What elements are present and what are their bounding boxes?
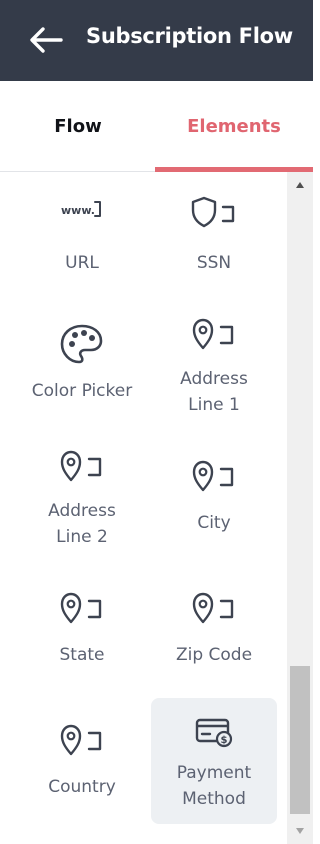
location-pin-icon [184, 454, 244, 498]
location-pin-icon [52, 586, 112, 630]
svg-text:$: $ [221, 735, 228, 746]
element-tile-address-line-2[interactable]: Address Line 2 [19, 444, 145, 556]
element-tile-address-line-1[interactable]: Address Line 1 [151, 312, 277, 424]
element-tile-state[interactable]: State [19, 586, 145, 676]
back-button[interactable] [28, 22, 64, 58]
element-tile-zip-code[interactable]: Zip Code [151, 586, 277, 676]
element-label: State [59, 645, 105, 665]
app-header: Subscription Flow [0, 0, 313, 81]
element-label: Zip Code [175, 645, 253, 665]
element-tile-color-picker[interactable]: Color Picker [19, 322, 145, 412]
element-tile-ssn[interactable]: SSN [151, 190, 277, 280]
element-label: Address Line 1 [180, 369, 248, 415]
location-pin-icon [184, 586, 244, 630]
location-pin-icon [52, 718, 112, 762]
element-tile-country[interactable]: Country [19, 718, 145, 808]
element-label: Color Picker [31, 381, 133, 401]
element-label: Address Line 2 [48, 501, 116, 547]
svg-text:www.: www. [61, 204, 95, 217]
payment-card-icon: $ [184, 710, 244, 754]
element-label: URL [65, 253, 99, 273]
page-title: Subscription Flow [86, 24, 293, 48]
tab-elements[interactable]: Elements [156, 81, 312, 172]
element-tile-payment-method[interactable]: $ Payment Method [151, 698, 277, 824]
vertical-scrollbar[interactable] [287, 172, 313, 844]
element-label: SSN [196, 253, 232, 273]
scroll-down-arrow[interactable] [287, 818, 313, 844]
palette-icon [52, 322, 112, 366]
element-tile-city[interactable]: City [151, 454, 277, 544]
location-pin-icon [52, 444, 112, 488]
arrow-left-icon [30, 27, 63, 53]
tab-flow[interactable]: Flow [0, 81, 156, 172]
scrollbar-thumb[interactable] [290, 666, 310, 814]
scroll-up-arrow[interactable] [287, 172, 313, 198]
element-label: Payment Method [176, 763, 252, 809]
www-icon: www. [52, 190, 112, 234]
tab-bar: Flow Elements [0, 81, 313, 172]
location-pin-icon [184, 312, 244, 356]
element-label: Country [48, 777, 116, 797]
element-tile-url[interactable]: www. URL [19, 190, 145, 280]
elements-grid: www. URL SSN Color Picker Address Line 1… [0, 172, 287, 844]
shield-icon [184, 190, 244, 234]
element-label: City [197, 513, 231, 533]
